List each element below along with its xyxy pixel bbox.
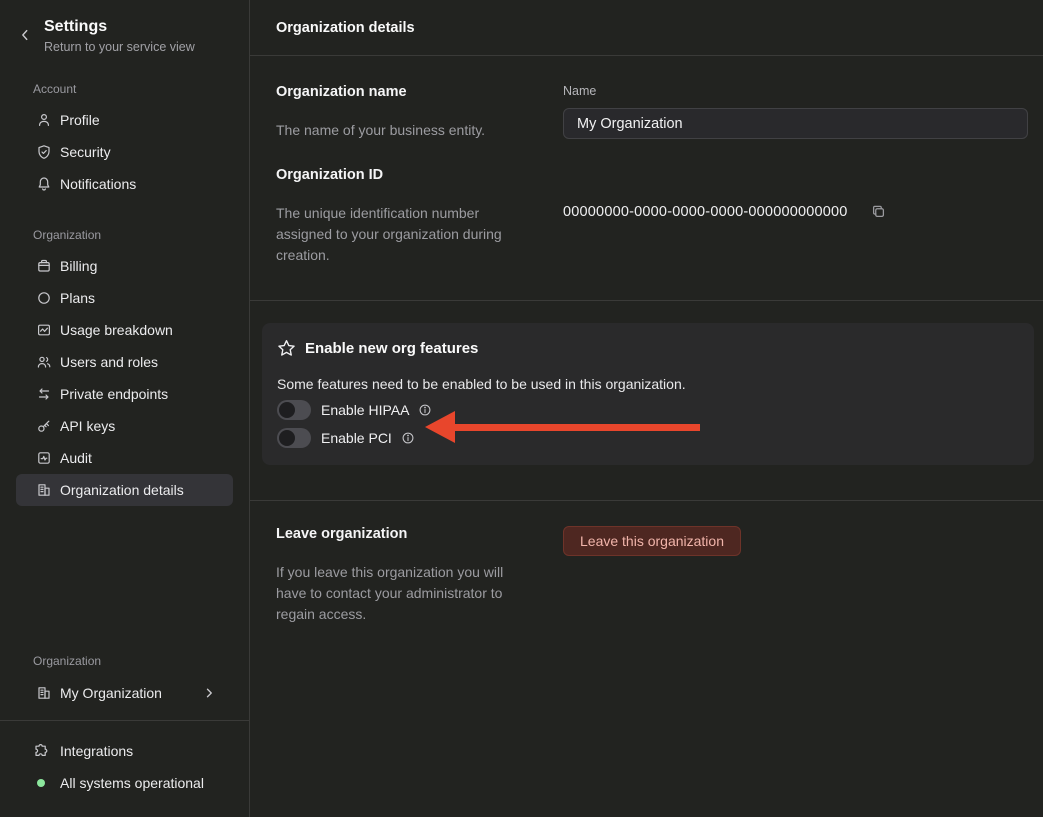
enable-features-card: Enable new org features Some features ne… (262, 323, 1034, 465)
bell-icon (36, 176, 52, 192)
org-id-description: The unique identification number assigne… (276, 203, 528, 266)
sidebar-item-api-keys[interactable]: API keys (16, 410, 233, 442)
sidebar-subtitle: Return to your service view (44, 40, 195, 54)
sidebar-item-label: Profile (60, 112, 100, 128)
sidebar-item-plans[interactable]: Plans (16, 282, 233, 314)
building-icon (36, 685, 52, 701)
name-field-label: Name (563, 84, 1028, 98)
sidebar-item-users-and-roles[interactable]: Users and roles (16, 346, 233, 378)
leave-organization-button[interactable]: Leave this organization (563, 526, 741, 556)
arrow-shaft (453, 424, 700, 431)
sidebar-item-audit[interactable]: Audit (16, 442, 233, 474)
organization-switcher[interactable]: My Organization (16, 676, 233, 710)
settings-sidebar: Settings Return to your service view Acc… (0, 0, 250, 817)
sidebar-item-notifications[interactable]: Notifications (16, 168, 233, 200)
organization-name-input[interactable] (563, 108, 1028, 139)
enable-pci-toggle[interactable] (277, 428, 311, 448)
sidebar-item-label: Organization details (60, 482, 184, 498)
key-icon (36, 418, 52, 434)
section-label-organization: Organization (0, 228, 249, 242)
chevron-right-icon (203, 687, 215, 699)
status-dot (37, 779, 45, 787)
copy-icon[interactable] (870, 203, 887, 220)
sidebar-item-label: Usage breakdown (60, 322, 173, 338)
user-icon (36, 112, 52, 128)
leave-organization-section: Leave organization If you leave this org… (250, 501, 1043, 625)
org-name-title: Organization name (276, 84, 563, 100)
enable-hipaa-toggle[interactable] (277, 400, 311, 420)
pci-toggle-label: Enable PCI (321, 430, 392, 446)
building-icon (36, 482, 52, 498)
toggle-knob (279, 402, 295, 418)
wallet-icon (36, 258, 52, 274)
section-label-account: Account (0, 82, 249, 96)
sidebar-item-label: Plans (60, 290, 95, 306)
users-icon (36, 354, 52, 370)
star-icon (277, 339, 296, 358)
sidebar-item-label: Notifications (60, 176, 136, 192)
sidebar-item-label: Billing (60, 258, 97, 274)
audit-log-icon (36, 450, 52, 466)
sidebar-footer: Organization My Organization Integration… (0, 626, 249, 817)
chevron-left-icon (18, 28, 38, 42)
swap-arrows-icon (36, 386, 52, 402)
footer-org-label: Organization (0, 654, 249, 668)
arrow-head (425, 411, 455, 443)
shield-check-icon (36, 144, 52, 160)
annotation-arrow (425, 411, 700, 443)
sidebar-item-security[interactable]: Security (16, 136, 233, 168)
sidebar-item-label: Audit (60, 450, 92, 466)
organization-id-value: 00000000-0000-0000-0000-000000000000 (563, 204, 848, 220)
organization-name-section: Organization name The name of your busin… (250, 56, 1043, 141)
org-name-description: The name of your business entity. (276, 120, 528, 141)
sidebar-item-usage-breakdown[interactable]: Usage breakdown (16, 314, 233, 346)
features-card-description: Some features need to be enabled to be u… (277, 376, 1019, 392)
page-title: Organization details (250, 0, 1043, 56)
sidebar-item-label: API keys (60, 418, 115, 434)
leave-org-title: Leave organization (276, 526, 563, 542)
features-card-title: Enable new org features (305, 340, 478, 357)
sidebar-header: Settings Return to your service view (0, 0, 249, 54)
sidebar-title: Settings (44, 18, 195, 36)
system-status[interactable]: All systems operational (0, 767, 249, 799)
status-label: All systems operational (60, 775, 204, 791)
sidebar-item-private-endpoints[interactable]: Private endpoints (16, 378, 233, 410)
main-content: Organization details Organization name T… (250, 0, 1043, 817)
sidebar-item-label: Users and roles (60, 354, 158, 370)
sidebar-item-organization-details[interactable]: Organization details (16, 474, 233, 506)
leave-org-description: If you leave this organization you will … (276, 562, 528, 625)
integrations-label: Integrations (60, 743, 133, 759)
integrations-link[interactable]: Integrations (0, 735, 249, 767)
puzzle-icon (33, 743, 49, 759)
toggle-knob (279, 430, 295, 446)
organization-id-section: Organization ID The unique identificatio… (250, 141, 1043, 266)
sidebar-item-label: Private endpoints (60, 386, 168, 402)
info-icon[interactable] (401, 431, 415, 445)
org-id-title: Organization ID (276, 167, 563, 183)
sidebar-item-label: Security (60, 144, 111, 160)
hipaa-toggle-label: Enable HIPAA (321, 402, 409, 418)
sidebar-item-billing[interactable]: Billing (16, 250, 233, 282)
back-button[interactable] (18, 18, 38, 54)
organization-name: My Organization (60, 685, 162, 701)
circle-icon (36, 290, 52, 306)
chart-icon (36, 322, 52, 338)
sidebar-item-profile[interactable]: Profile (16, 104, 233, 136)
